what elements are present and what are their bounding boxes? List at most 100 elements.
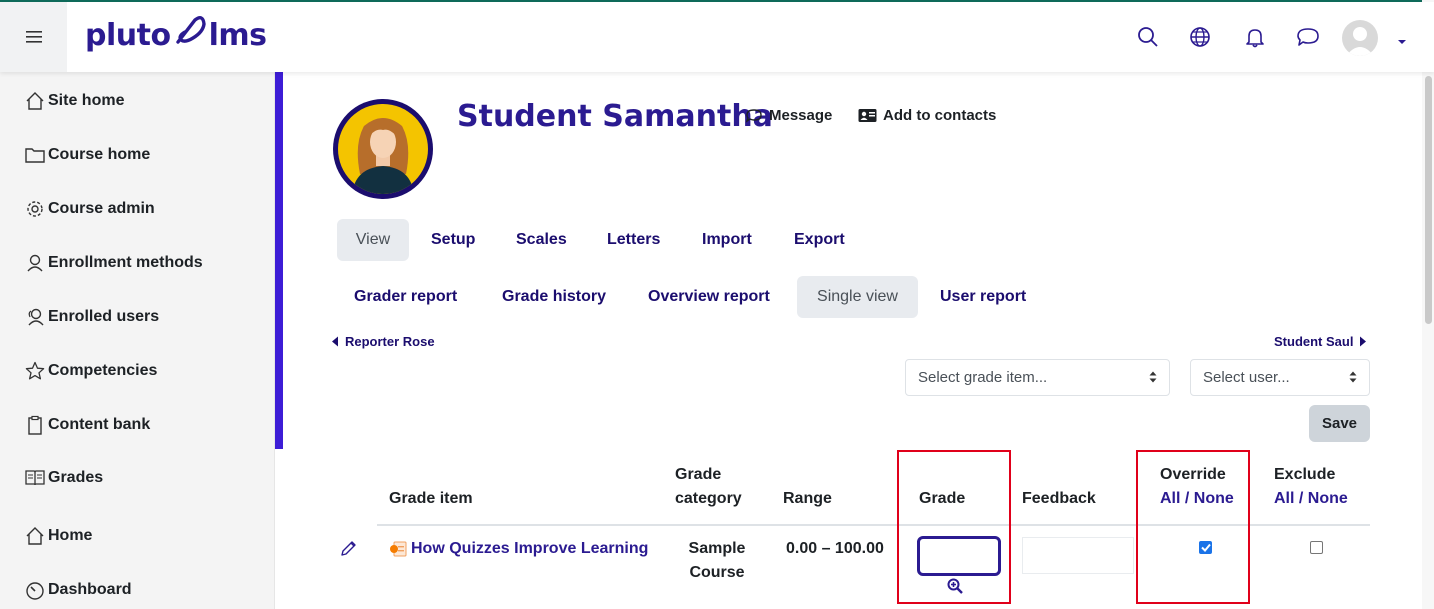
add-contacts-label: Add to contacts: [883, 107, 997, 124]
avatar[interactable]: [1342, 20, 1378, 56]
sidebar-item-enrollment-methods[interactable]: Enrollment methods: [24, 250, 203, 276]
header-exclude: Exclude All / None: [1274, 463, 1348, 511]
header-range: Range: [783, 490, 832, 507]
grade-category-line1: Sample: [688, 540, 746, 557]
header-grade-category-line1: Grade: [675, 466, 722, 483]
sidebar-item-label: Competencies: [48, 362, 158, 379]
grade-category-line2: Course: [689, 564, 745, 581]
user-icon: [24, 252, 46, 274]
sidebar-item-label: Home: [48, 527, 93, 544]
tab-letters[interactable]: Letters: [591, 219, 676, 261]
caret-down-icon: [1398, 40, 1406, 44]
gauge-icon: [24, 579, 46, 601]
sidebar-item-site-home[interactable]: Site home: [24, 88, 124, 114]
hamburger-button[interactable]: [0, 2, 67, 72]
grade-item-link[interactable]: How Quizzes Improve Learning: [411, 537, 648, 561]
next-user-label: Student Saul: [1274, 334, 1354, 349]
next-user-link[interactable]: Student Saul: [1274, 334, 1367, 349]
sort-arrows-icon: [1149, 371, 1157, 383]
globe-icon: [1190, 27, 1210, 47]
drawer-accent-bar: [275, 72, 283, 449]
save-button[interactable]: Save: [1309, 405, 1370, 442]
exclude-none-link[interactable]: None: [1308, 490, 1348, 507]
sidebar-item-home[interactable]: Home: [24, 523, 92, 549]
sidebar-item-label: Dashboard: [48, 581, 132, 598]
home-icon: [24, 525, 46, 547]
exclude-all-link[interactable]: All: [1274, 490, 1294, 507]
message-button[interactable]: Message: [745, 107, 832, 124]
users-icon: [24, 306, 46, 328]
gear-icon: [24, 198, 46, 220]
chat-icon: [1297, 28, 1319, 46]
exclude-checkbox[interactable]: [1310, 541, 1323, 554]
sidebar-item-grades[interactable]: Grades: [24, 465, 103, 491]
edit-grade-button[interactable]: [340, 539, 358, 562]
sidebar-item-competencies[interactable]: Competencies: [24, 358, 157, 384]
caret-left-icon: [332, 336, 338, 347]
tab-overview-report[interactable]: Overview report: [632, 276, 786, 318]
notifications-button[interactable]: [1242, 24, 1268, 50]
search-icon: [1138, 27, 1158, 47]
logo-mark-icon: [173, 16, 207, 54]
bell-icon: [1246, 29, 1264, 48]
top-navbar: pluto lms: [0, 2, 1434, 72]
messages-button[interactable]: [1295, 24, 1321, 50]
chat-icon: [745, 108, 762, 123]
range-cell: 0.00 – 100.00: [786, 540, 884, 557]
sidebar-item-label: Course admin: [48, 200, 155, 217]
header-grade-category-line2: category: [675, 490, 742, 507]
caret-right-icon: [1360, 336, 1367, 347]
sidebar-item-label: Enrolled users: [48, 308, 160, 325]
contact-card-icon: [858, 109, 877, 122]
header-exclude-label: Exclude: [1274, 466, 1336, 483]
tab-view[interactable]: View: [337, 219, 409, 261]
add-to-contacts-button[interactable]: Add to contacts: [858, 107, 996, 124]
sidebar-item-label: Grades: [48, 469, 104, 486]
exclude-separator: /: [1294, 490, 1308, 507]
profile-illustration: [352, 118, 414, 194]
sidebar-item-label: Content bank: [48, 416, 151, 433]
student-name: Student Samantha: [457, 99, 773, 134]
sidebar-item-label: Enrollment methods: [48, 254, 203, 271]
folder-icon: [24, 144, 46, 166]
tab-import[interactable]: Import: [686, 219, 768, 261]
select-grade-item-value: Select grade item...: [918, 369, 1048, 386]
sidebar-item-dashboard[interactable]: Dashboard: [24, 577, 132, 603]
search-button[interactable]: [1135, 24, 1161, 50]
page-scrollbar-thumb[interactable]: [1425, 76, 1432, 324]
user-avatar-icon: [1346, 27, 1374, 56]
highlight-box-override: [1136, 450, 1250, 604]
sidebar-item-label: Course home: [48, 146, 151, 163]
tab-single-view[interactable]: Single view: [797, 276, 918, 318]
header-grade-category: Grade category: [675, 463, 742, 511]
header-feedback: Feedback: [1022, 490, 1096, 507]
hamburger-icon: [25, 31, 42, 43]
select-grade-item[interactable]: Select grade item...: [905, 359, 1170, 396]
sidebar-item-course-home[interactable]: Course home: [24, 142, 150, 168]
tab-grade-history[interactable]: Grade history: [486, 276, 622, 318]
user-menu-toggle[interactable]: [1397, 32, 1407, 50]
tab-user-report[interactable]: User report: [924, 276, 1042, 318]
tab-scales[interactable]: Scales: [500, 219, 583, 261]
sidebar-item-label: Site home: [48, 92, 125, 109]
profile-picture: [333, 99, 433, 199]
tab-setup[interactable]: Setup: [415, 219, 491, 261]
home-icon: [24, 90, 46, 112]
previous-user-label: Reporter Rose: [345, 334, 435, 349]
site-logo[interactable]: pluto lms: [85, 16, 267, 54]
select-user[interactable]: Select user...: [1190, 359, 1370, 396]
previous-user-link[interactable]: Reporter Rose: [331, 334, 435, 349]
sidebar-item-course-admin[interactable]: Course admin: [24, 196, 155, 222]
book-icon: [24, 467, 46, 489]
message-label: Message: [769, 107, 833, 124]
select-user-value: Select user...: [1203, 369, 1290, 386]
sidebar-item-enrolled-users[interactable]: Enrolled users: [24, 304, 159, 330]
logo-text-left: pluto: [85, 17, 171, 53]
language-button[interactable]: [1187, 24, 1213, 50]
tab-export[interactable]: Export: [778, 219, 861, 261]
pencil-icon: [341, 541, 356, 556]
logo-text-right: lms: [208, 17, 267, 53]
feedback-input[interactable]: [1022, 537, 1134, 574]
sidebar-item-content-bank[interactable]: Content bank: [24, 412, 150, 438]
tab-grader-report[interactable]: Grader report: [338, 276, 473, 318]
